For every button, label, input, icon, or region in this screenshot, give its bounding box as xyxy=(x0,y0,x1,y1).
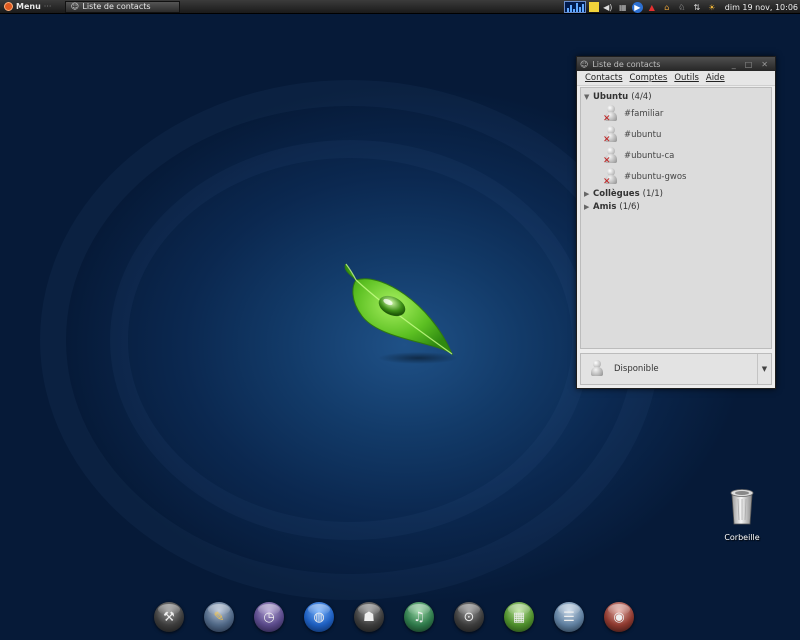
dock-item-mouse[interactable]: ⊙ xyxy=(453,600,485,634)
network-icon[interactable]: ▦ xyxy=(617,2,629,13)
menu-contacts[interactable]: Contacts xyxy=(585,73,623,83)
group-count: (4/4) xyxy=(631,92,652,102)
contact-list-window: ☺ Liste de contacts _ □ ✕ Contacts Compt… xyxy=(576,56,776,389)
cpu-monitor-icon[interactable] xyxy=(563,1,586,13)
status-selector[interactable]: Disponible ▼ xyxy=(580,353,772,385)
contact-name: #ubuntu xyxy=(624,129,662,140)
taskbar-button-contacts[interactable]: ☺ Liste de contacts xyxy=(65,0,181,13)
main-menu-button[interactable]: Menu ··· xyxy=(0,0,55,14)
dock-item-clock[interactable]: ◷ xyxy=(253,600,285,634)
offline-contact-icon: ✕ xyxy=(603,104,619,123)
separator-icon: ··· xyxy=(43,2,52,11)
menu-comptes[interactable]: Comptes xyxy=(630,73,668,83)
window-titlebar[interactable]: ☺ Liste de contacts _ □ ✕ xyxy=(577,57,775,71)
maximize-icon[interactable]: □ xyxy=(745,60,753,69)
group-collegues[interactable]: ▶ Collègues (1/1) xyxy=(581,188,771,200)
group-name: Collègues xyxy=(593,189,640,199)
contact-name: #ubuntu-gwos xyxy=(624,171,687,182)
notes-icon[interactable] xyxy=(588,2,599,12)
trash-label: Corbeille xyxy=(724,533,760,542)
window-app-icon: ☺ xyxy=(580,59,589,69)
trash-desktop-icon[interactable]: Corbeille xyxy=(722,486,762,542)
system-tray: ◀) ▦ ▶ ▲ ⌂ ♘ ⇅ ☀ dim 19 nov, 10:06 xyxy=(563,0,800,14)
clock[interactable]: dim 19 nov, 10:06 xyxy=(725,3,798,12)
collapsed-arrow-icon[interactable]: ▶ xyxy=(584,190,593,198)
dock-item-globe[interactable]: ◍ xyxy=(303,600,335,634)
collapsed-arrow-icon[interactable]: ▶ xyxy=(584,203,593,211)
minimize-icon[interactable]: _ xyxy=(732,60,736,69)
menu-bar: Contacts Comptes Outils Aide xyxy=(577,71,775,86)
main-menu-label: Menu xyxy=(16,2,41,11)
dock-item-tools[interactable]: ⚒ xyxy=(153,600,185,634)
offline-contact-icon: ✕ xyxy=(603,146,619,165)
media-player-icon[interactable]: ▶ xyxy=(631,1,643,13)
group-ubuntu[interactable]: ▼ Ubuntu (4/4) xyxy=(581,91,771,103)
leaf-wallpaper-logo xyxy=(344,263,458,364)
group-count: (1/6) xyxy=(619,202,640,212)
expanded-arrow-icon[interactable]: ▼ xyxy=(584,93,593,101)
contact-item[interactable]: ✕ #familiar xyxy=(581,103,771,124)
group-count: (1/1) xyxy=(642,189,663,199)
weather-icon[interactable]: ☀ xyxy=(706,2,718,13)
dock-item-document[interactable]: ☰ xyxy=(553,600,585,634)
volume-icon[interactable]: ◀) xyxy=(602,2,614,13)
dock-item-hat[interactable]: ☗ xyxy=(353,600,385,634)
dock-item-media[interactable]: ◉ xyxy=(603,600,635,634)
dock-item-sound[interactable]: ♫ xyxy=(403,600,435,634)
contact-item[interactable]: ✕ #ubuntu xyxy=(581,124,771,145)
offline-contact-icon: ✕ xyxy=(603,167,619,186)
dropdown-arrow-icon[interactable]: ▼ xyxy=(757,354,771,384)
taskbar-button-label: Liste de contacts xyxy=(82,2,151,11)
trash-icon xyxy=(730,489,754,525)
dock-item-pencil[interactable]: ✎ xyxy=(203,600,235,634)
contact-item[interactable]: ✕ #ubuntu-gwos xyxy=(581,166,771,187)
contact-name: #ubuntu-ca xyxy=(624,150,675,161)
contact-name: #familiar xyxy=(624,108,664,119)
close-icon[interactable]: ✕ xyxy=(761,60,768,69)
group-name: Amis xyxy=(593,202,617,212)
group-amis[interactable]: ▶ Amis (1/6) xyxy=(581,201,771,213)
dock-item-spreadsheet[interactable]: ▦ xyxy=(503,600,535,634)
rabbit-icon[interactable]: ♘ xyxy=(676,2,688,13)
network-manager-icon[interactable]: ⇅ xyxy=(691,2,703,13)
alert-icon[interactable]: ▲ xyxy=(646,2,658,13)
menu-outils[interactable]: Outils xyxy=(674,73,699,83)
offline-contact-icon: ✕ xyxy=(603,125,619,144)
menu-aide[interactable]: Aide xyxy=(706,73,725,83)
contacts-icon: ☺ xyxy=(70,2,80,11)
home-folder-icon[interactable]: ⌂ xyxy=(661,2,673,13)
contact-tree: ▼ Ubuntu (4/4) ✕ #familiar ✕ #ubuntu ✕ #… xyxy=(580,87,772,349)
group-name: Ubuntu xyxy=(593,92,629,102)
available-status-icon xyxy=(589,360,605,378)
window-title: Liste de contacts xyxy=(592,59,661,69)
status-label: Disponible xyxy=(614,364,659,374)
contact-item[interactable]: ✕ #ubuntu-ca xyxy=(581,145,771,166)
top-panel: Menu ··· ☺ Liste de contacts ◀) ▦ ▶ ▲ ⌂ … xyxy=(0,0,800,14)
ubuntu-logo-icon xyxy=(4,2,13,11)
